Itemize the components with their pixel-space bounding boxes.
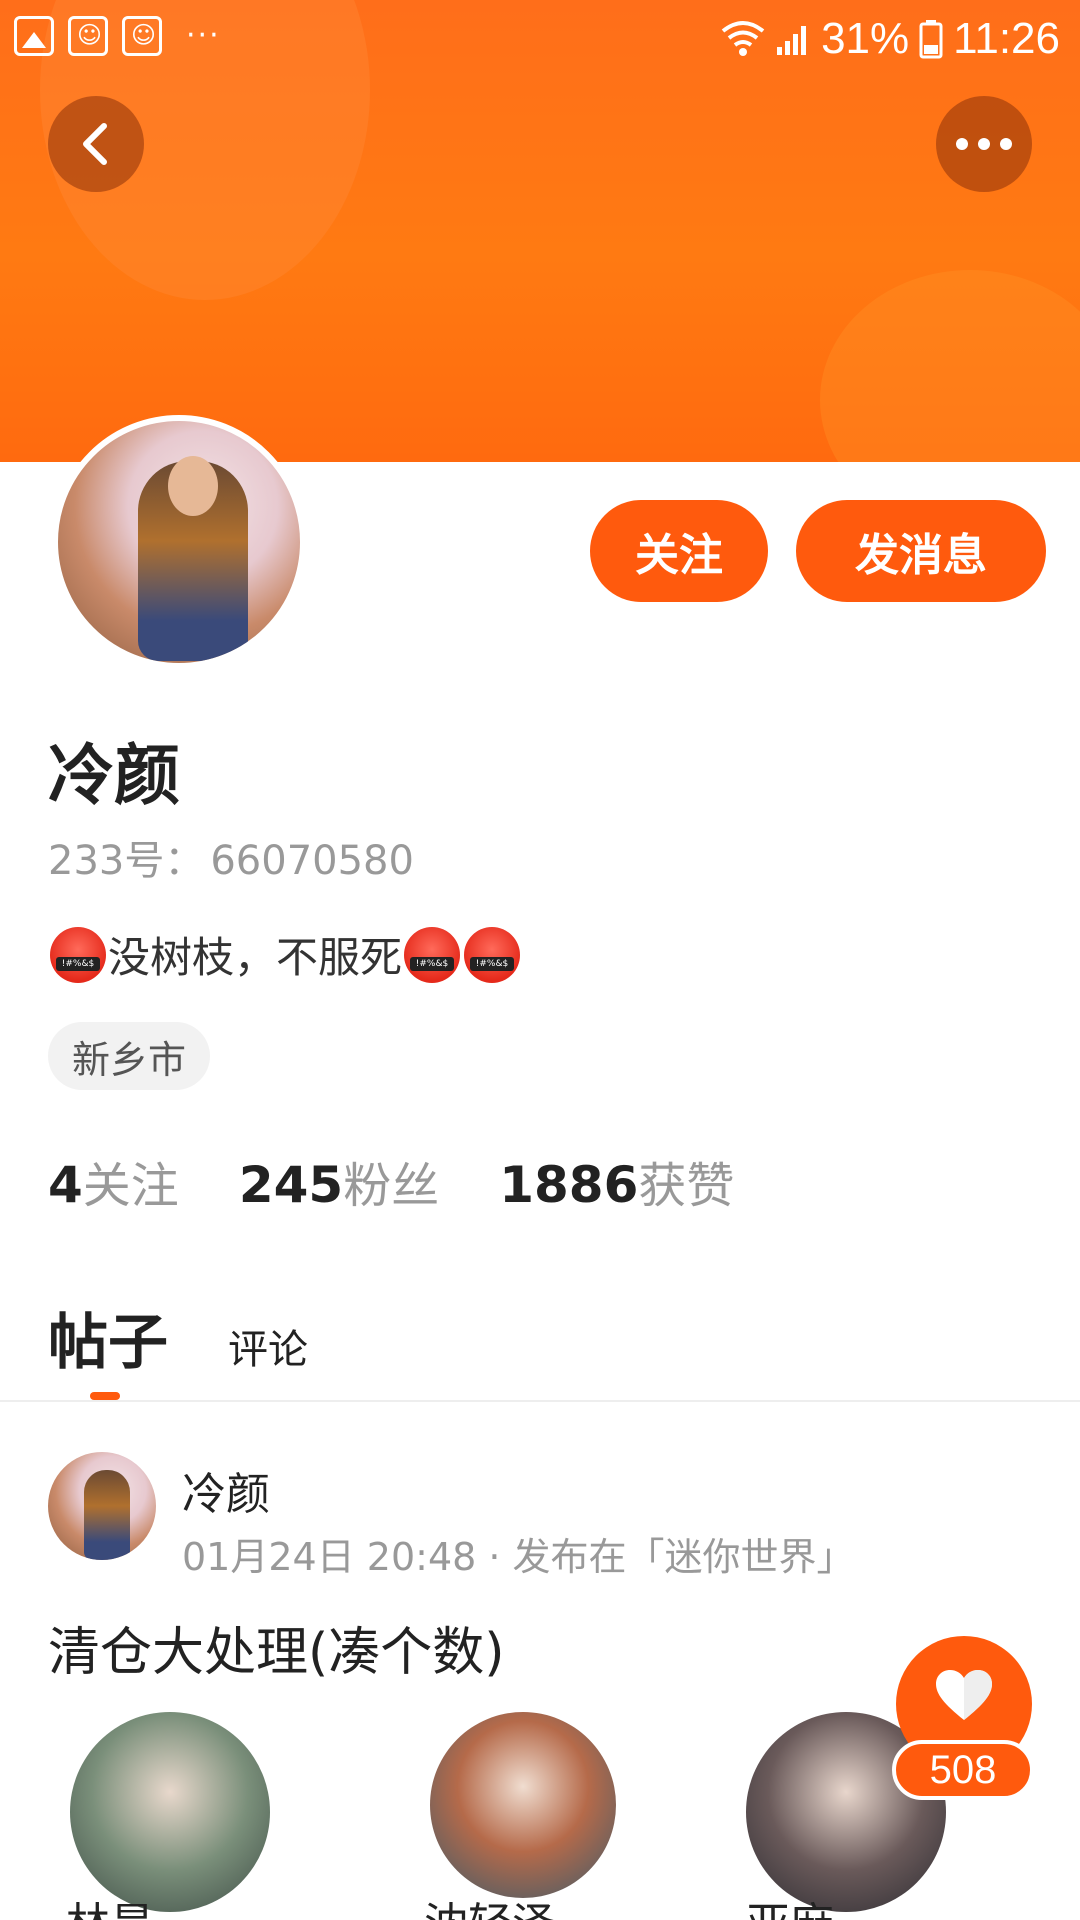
more-button[interactable] — [936, 96, 1032, 192]
angry-emoji-icon — [50, 926, 106, 983]
baidu-icon — [122, 16, 162, 56]
baidu-icon — [68, 16, 108, 56]
angry-emoji-icon — [464, 926, 521, 983]
post-image[interactable] — [430, 1712, 616, 1898]
post-author-name[interactable]: 冷颜 — [182, 1458, 270, 1522]
profile-name: 冷颜 — [48, 737, 180, 814]
stat-number: 245 — [238, 1156, 344, 1214]
back-icon — [83, 123, 107, 165]
stat-following[interactable]: 4关注 — [48, 1146, 179, 1216]
avatar[interactable] — [52, 415, 306, 669]
tab-comments[interactable]: 评论 — [228, 1317, 308, 1375]
back-button[interactable] — [48, 96, 144, 192]
wifi-icon — [721, 19, 765, 59]
profile-stats: 4关注 245粉丝 1886获赞 — [48, 1146, 734, 1216]
stat-likes[interactable]: 1886获赞 — [499, 1146, 734, 1216]
more-notifications-icon: ··· — [186, 18, 221, 53]
location-tag[interactable]: 新乡市 — [48, 1022, 211, 1090]
angry-emoji-icon — [404, 926, 461, 983]
post-image-caption: 沈轻泽 — [424, 1888, 556, 1920]
like-count: 508 — [892, 1740, 1034, 1800]
signal-icon — [775, 21, 811, 57]
stat-label: 获赞 — [638, 1158, 735, 1214]
battery-percent: 31% — [821, 14, 910, 63]
follow-button[interactable]: 关注 — [590, 500, 768, 602]
active-tab-indicator — [90, 1392, 120, 1400]
post-image[interactable] — [70, 1712, 270, 1912]
stat-number: 1886 — [499, 1156, 639, 1214]
stat-label: 关注 — [82, 1158, 179, 1214]
more-icon — [956, 138, 1012, 150]
profile-tabs: 帖子 评论 — [48, 1294, 308, 1381]
post-image-caption: 亚麻 — [746, 1888, 834, 1920]
notification-icons: ··· — [14, 16, 221, 56]
stat-number: 4 — [48, 1156, 83, 1214]
post-meta: 01月24日 20:48 · 发布在「迷你世界」 — [182, 1535, 855, 1579]
avatar-figure — [84, 1470, 130, 1560]
heart-icon — [936, 1670, 992, 1720]
message-button[interactable]: 发消息 — [796, 500, 1046, 602]
post-author-avatar[interactable] — [48, 1452, 156, 1560]
post-title[interactable]: 清仓大处理(凑个数) — [48, 1610, 505, 1685]
tab-posts[interactable]: 帖子 — [48, 1294, 168, 1381]
user-id-value: 66070580 — [210, 838, 414, 884]
status-bar: ··· 31% 11:26 — [0, 0, 1080, 74]
bio-text: 没树枝，不服死 — [108, 933, 403, 982]
divider — [0, 1400, 1080, 1402]
banner-decoration — [820, 270, 1080, 462]
battery-icon — [919, 19, 943, 59]
user-id: 233号： 66070580 — [48, 828, 414, 886]
user-id-label: 233号： — [48, 838, 205, 884]
avatar-figure-head — [168, 456, 218, 516]
clock: 11:26 — [953, 14, 1060, 63]
stat-fans[interactable]: 245粉丝 — [239, 1146, 439, 1216]
post-image-caption: 林昊 — [66, 1888, 154, 1920]
gallery-icon — [14, 16, 54, 56]
stat-label: 粉丝 — [343, 1158, 440, 1214]
profile-bio: 没树枝，不服死 — [48, 924, 522, 985]
system-status: 31% 11:26 — [721, 14, 1060, 64]
